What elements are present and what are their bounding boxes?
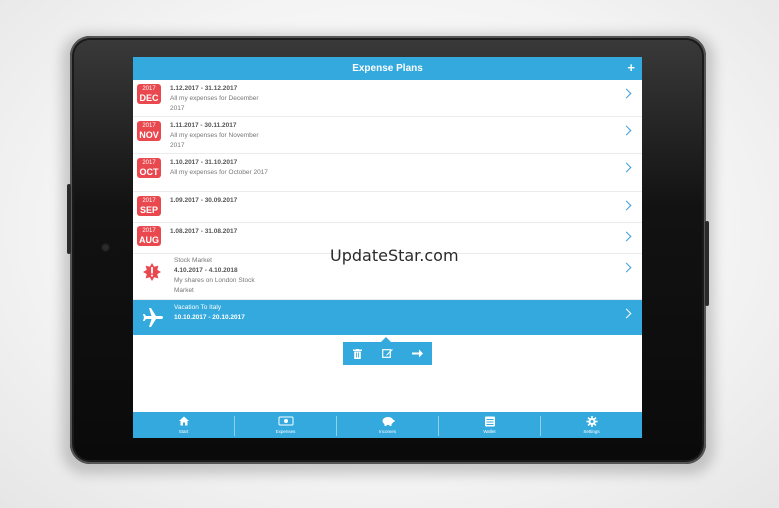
airplane-icon [143,308,163,327]
month-badge: 2017 DEC [137,84,161,104]
chevron-right-icon[interactable] [621,200,632,211]
bottom-tab-bar: Start Expenses Incomes Wallet Settings [133,412,642,438]
move-button[interactable] [403,342,432,365]
watermark: UpdateStar.com [330,246,459,265]
plan-dates: 1.09.2017 - 30.09.2017 [170,197,238,204]
tab-start[interactable]: Start [133,412,234,438]
side-button-left [67,184,71,254]
plan-dates: 1.12.2017 - 31.12.2017 [170,85,238,92]
add-plan-button[interactable]: + [627,57,635,79]
plan-dates: 4.10.2017 - 4.10.2018 [174,267,238,274]
page-title: Expense Plans [352,63,423,74]
camera [101,243,110,252]
plan-description: All my expenses for November 2017 [170,132,259,149]
badge-year: 2017 [142,228,156,234]
delete-button[interactable] [343,342,372,365]
chevron-right-icon[interactable] [621,231,632,242]
home-icon [178,416,189,426]
chevron-right-icon[interactable] [621,125,632,136]
plan-dates: 1.08.2017 - 31.08.2017 [170,228,238,235]
badge-month: SEP [139,205,158,215]
plan-row[interactable]: 2017 OCT 1.10.2017 - 31.10.2017 All my e… [133,154,642,192]
plan-row[interactable]: 2017 DEC 1.12.2017 - 31.12.2017 All my e… [133,80,642,117]
badge-year: 2017 [142,123,156,129]
plan-row-selected[interactable]: Vacation To Italy 10.10.2017 - 20.10.201… [133,300,642,335]
plan-dates: 1.10.2017 - 31.10.2017 [170,159,238,166]
badge-month: OCT [139,167,159,177]
side-button-right [705,221,709,306]
tab-incomes[interactable]: Incomes [337,412,438,438]
tab-label: Expenses [275,429,296,434]
plan-action-bar [343,337,432,365]
chevron-right-icon[interactable] [621,162,632,173]
plan-row[interactable]: 2017 SEP 1.09.2017 - 30.09.2017 [133,192,642,223]
tab-settings[interactable]: Settings [541,412,642,438]
header-bar: Expense Plans + [133,57,642,80]
tab-wallet[interactable]: Wallet [439,412,540,438]
chevron-right-icon[interactable] [621,262,632,273]
badge-year: 2017 [142,160,156,166]
plan-dates: 1.11.2017 - 30.11.2017 [170,122,237,129]
badge-month: NOV [139,130,159,140]
tab-label: Incomes [378,429,396,434]
month-badge: 2017 NOV [137,121,161,141]
plan-row[interactable]: 2017 NOV 1.11.2017 - 30.11.2017 All my e… [133,117,642,154]
tab-label: Start [178,429,189,434]
badge-year: 2017 [142,86,156,92]
month-badge: 2017 OCT [137,158,161,178]
tab-label: Settings [583,429,600,434]
chevron-right-icon[interactable] [621,308,632,319]
alert-burst-icon [143,263,161,281]
month-badge: 2017 AUG [137,226,161,246]
plan-dates: 10.10.2017 - 20.10.2017 [174,314,245,321]
plan-name: Vacation To Italy [174,304,222,311]
month-badge: 2017 SEP [137,196,161,216]
chevron-right-icon[interactable] [621,88,632,99]
edit-icon [382,349,393,358]
tab-label: Wallet [483,429,496,434]
plan-description: My shares on London Stock Market [174,277,255,294]
tab-expenses[interactable]: Expenses [235,412,336,438]
edit-button[interactable] [373,342,402,365]
trash-icon [353,349,362,359]
arrow-right-icon [412,349,423,358]
wallet-icon [484,416,495,427]
badge-month: DEC [139,93,159,103]
badge-year: 2017 [142,198,156,204]
plan-name: Stock Market [174,257,212,264]
badge-month: AUG [139,235,159,245]
gear-icon [586,416,597,427]
plan-description: All my expenses for December 2017 [170,95,259,112]
piggy-bank-icon [382,417,394,426]
plan-description: All my expenses for October 2017 [170,169,268,176]
money-icon [278,416,293,426]
